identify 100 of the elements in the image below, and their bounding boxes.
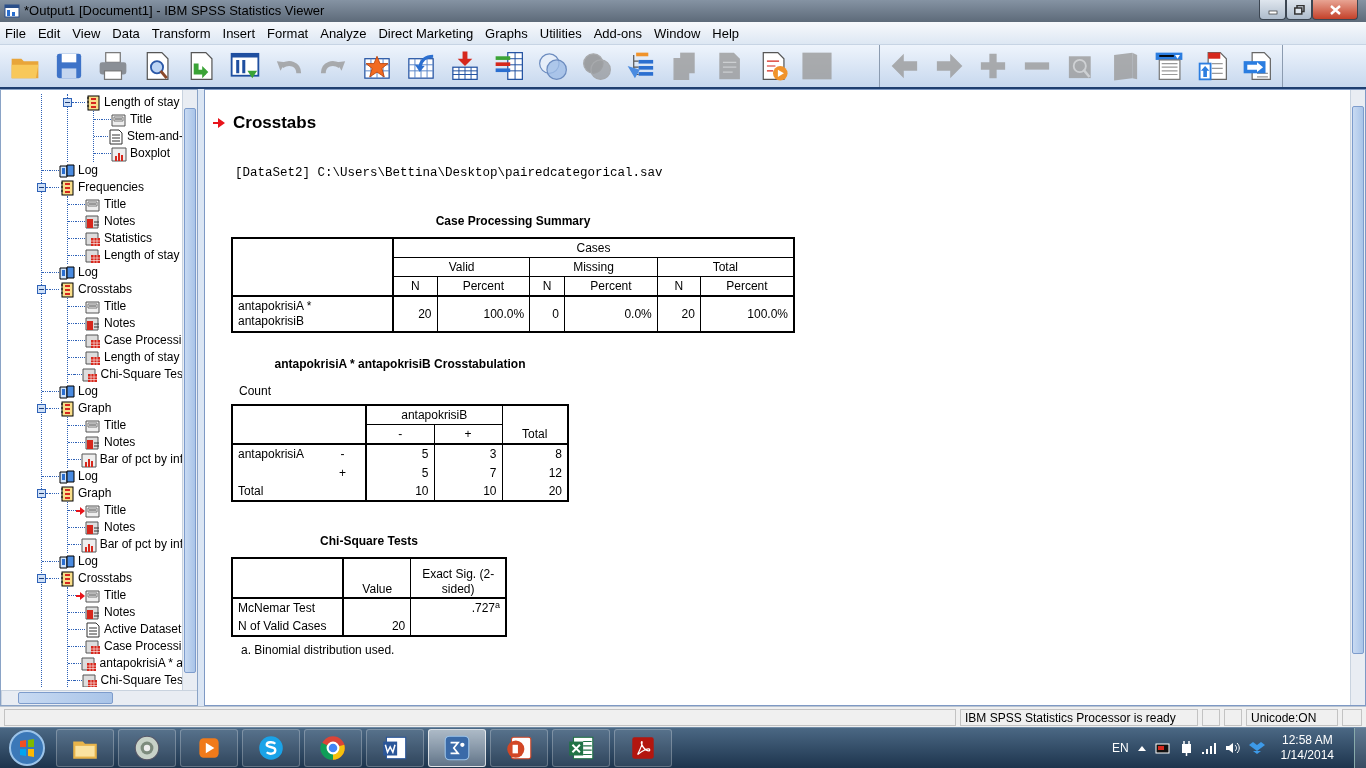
close-button[interactable] (1312, 0, 1358, 20)
menu-item[interactable]: Edit (32, 22, 68, 44)
tree-item[interactable]: Statistics (101, 231, 152, 246)
menu-item[interactable]: Transform (146, 22, 218, 44)
menu-item[interactable]: Direct Marketing (373, 22, 481, 44)
open-box-icon[interactable] (1248, 741, 1265, 755)
tree-item[interactable]: Length of stay (101, 350, 180, 365)
tree-item[interactable]: Notes (101, 435, 136, 450)
table-cell: 5 (366, 444, 434, 464)
folder-taskbar-button[interactable] (56, 729, 114, 767)
tree-item[interactable]: Notes (101, 520, 136, 535)
start-button[interactable] (8, 729, 46, 767)
menu-item[interactable]: View (67, 22, 108, 44)
menu-item[interactable]: Add-ons (588, 22, 650, 44)
show-hidden-icons-icon[interactable] (1136, 744, 1147, 752)
disc-taskbar-button[interactable] (118, 729, 176, 767)
play-taskbar-button[interactable] (180, 729, 238, 767)
tree-item[interactable]: Boxplot (127, 146, 171, 161)
menu-item[interactable]: File (0, 22, 33, 44)
table-page-icon (85, 247, 101, 264)
tree-item[interactable]: Title (101, 197, 127, 212)
browser-taskbar-button[interactable] (304, 729, 362, 767)
tree-item[interactable]: Crosstabs (75, 282, 133, 297)
menu-item[interactable]: Insert (217, 22, 263, 44)
text-page-icon (85, 621, 101, 638)
presentation-app-taskbar-button[interactable] (490, 729, 548, 767)
column-header: Valid (393, 257, 530, 277)
tree-item[interactable]: Graph (75, 486, 112, 501)
collapse-toggle[interactable] (37, 404, 46, 413)
signal-bars-icon[interactable] (1200, 741, 1217, 755)
statistics-app-taskbar-button[interactable] (428, 729, 486, 767)
minimize-button[interactable] (1259, 0, 1286, 20)
vertical-scrollbar[interactable] (1350, 90, 1365, 705)
tree-item[interactable]: Graph (75, 401, 112, 416)
spreadsheet-app-taskbar-button[interactable] (552, 729, 610, 767)
tree-item[interactable]: Log (75, 163, 99, 178)
tree-item[interactable]: Title (101, 588, 127, 603)
section-heading: Crosstabs (233, 112, 317, 134)
column-header: N (657, 276, 701, 297)
tree-item[interactable]: Notes (101, 605, 136, 620)
disc-icon (132, 733, 162, 763)
menu-item[interactable]: Data (107, 22, 147, 44)
tree-item[interactable]: Stem-and- (123, 129, 183, 144)
tree-item[interactable]: Active Dataset (101, 622, 182, 637)
column-header: antapokrisiB (366, 405, 502, 425)
flag-icon[interactable] (1154, 741, 1171, 755)
tree-item[interactable]: Case Processi (101, 333, 182, 348)
tree-item[interactable]: Title (101, 503, 127, 518)
tree-item[interactable]: Length of stay (101, 248, 180, 263)
tree-item[interactable]: Notes (101, 214, 136, 229)
language-indicator[interactable]: EN (1111, 739, 1129, 757)
table-footnote: a. Binomial distribution used. (241, 642, 396, 660)
volume-icon[interactable] (1224, 741, 1241, 755)
document-app-taskbar-button[interactable] (366, 729, 424, 767)
document-upload-icon[interactable] (1196, 49, 1230, 83)
tree-item[interactable]: Frequencies (75, 180, 145, 195)
tree-item[interactable]: Title (127, 112, 153, 127)
collapse-toggle[interactable] (37, 285, 46, 294)
table-cell: 8 (502, 444, 568, 464)
collapse-toggle[interactable] (37, 489, 46, 498)
menu-item[interactable]: Utilities (534, 22, 589, 44)
tree-item[interactable]: Title (101, 418, 127, 433)
row-label: N of Valid Cases (232, 617, 344, 637)
table-cell: 10 (434, 482, 502, 502)
menu-item[interactable]: Format (262, 22, 316, 44)
tree-item[interactable]: Chi-Square Tes (97, 367, 183, 382)
maximize-button[interactable] (1286, 0, 1312, 20)
collapse-toggle[interactable] (63, 98, 72, 107)
vertical-scrollbar[interactable] (182, 90, 197, 690)
collapse-toggle[interactable] (37, 183, 46, 192)
clock-time[interactable]: 12:58 AM (1280, 733, 1334, 748)
menu-item[interactable]: Window (649, 22, 708, 44)
section-book-icon (59, 485, 75, 502)
menu-item[interactable]: Graphs (480, 22, 535, 44)
tree-item[interactable]: Log (75, 384, 99, 399)
menu-item[interactable]: Help (707, 22, 747, 44)
tree-item[interactable]: Log (75, 554, 99, 569)
log-book-icon (59, 468, 75, 485)
clock-date[interactable]: 1/14/2014 (1280, 748, 1334, 763)
table-cell: 3 (434, 444, 502, 464)
column-header: Value (343, 558, 411, 599)
tree-item[interactable]: Chi-Square Tes (97, 673, 183, 687)
horizontal-scrollbar[interactable] (1, 690, 197, 705)
tree-item[interactable]: Case Processi (101, 639, 182, 654)
tree-item[interactable]: Crosstabs (75, 571, 133, 586)
tree-item[interactable]: Log (75, 469, 99, 484)
menu-item[interactable]: Analyze (315, 22, 374, 44)
chat-bubble-taskbar-button[interactable] (242, 729, 300, 767)
tree-item[interactable]: Length of stay (101, 95, 180, 110)
tree-item[interactable]: Title (101, 299, 127, 314)
tree-item[interactable]: Notes (101, 316, 136, 331)
collapse-toggle[interactable] (37, 574, 46, 583)
table-page-icon (85, 638, 101, 655)
dataset-path: [DataSet2] C:\Users\Bettina\Desktop\pairedcategorical.sav (235, 164, 664, 182)
table-subtitle: Count (239, 383, 273, 401)
pdf-app-taskbar-button[interactable] (614, 729, 672, 767)
show-desktop-button[interactable] (1354, 728, 1366, 768)
title-page-icon (85, 417, 101, 434)
tree-item[interactable]: Log (75, 265, 99, 280)
text-page-icon (107, 128, 124, 145)
